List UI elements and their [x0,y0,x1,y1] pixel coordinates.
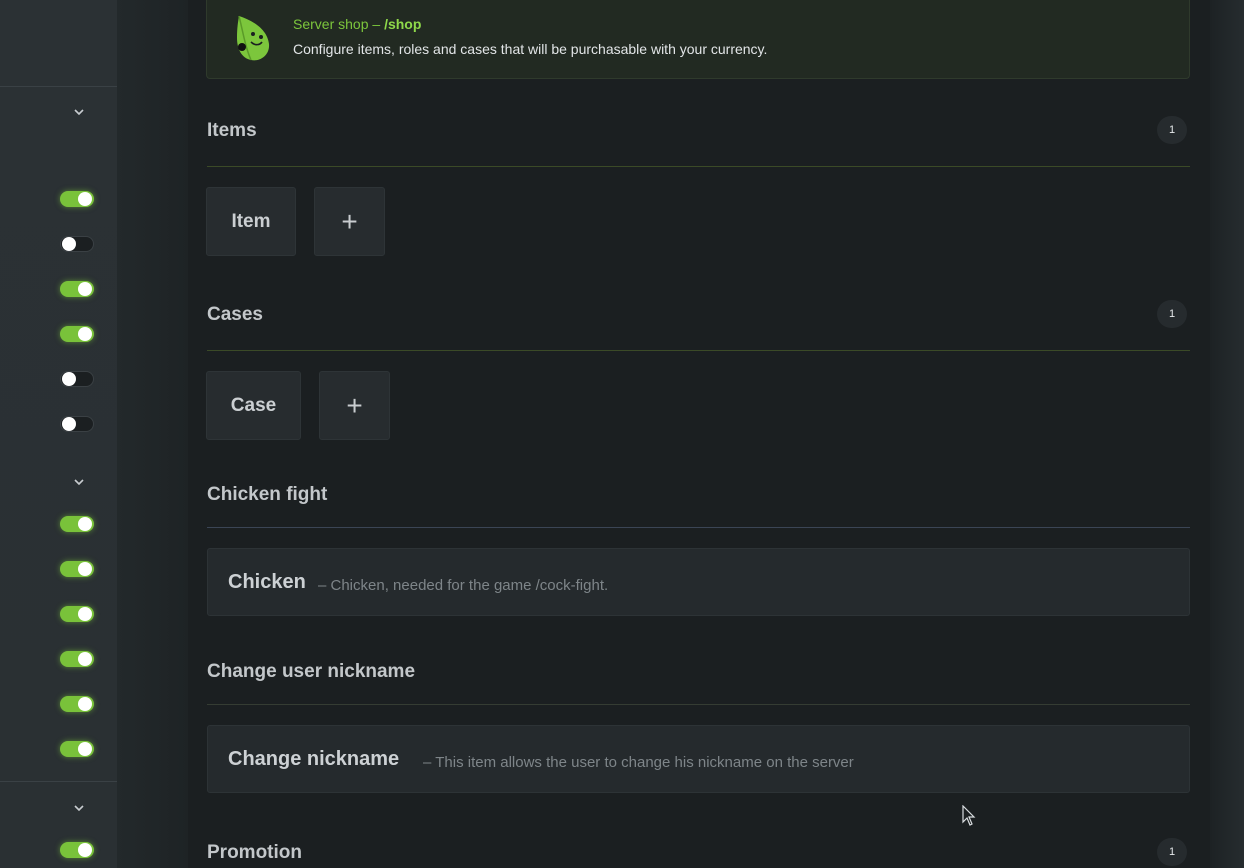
chevron-down-icon[interactable] [72,803,86,813]
banner-title: Server shop – /shop [293,16,421,32]
toggle-switch[interactable] [60,696,94,712]
item-tile[interactable]: Item [206,187,296,256]
section-title-change-nickname: Change user nickname [207,661,416,682]
section-title-chicken-fight: Chicken fight [207,484,328,505]
section-divider [207,350,1190,351]
sidebar-divider [0,781,117,782]
toggle-knob [78,697,92,711]
toggle-knob [62,237,76,251]
sidebar-gutter [117,0,188,868]
toggle-knob [62,372,76,386]
section-title-cases: Cases [207,304,263,325]
toggle-knob [78,843,92,857]
section-title-items: Items [207,120,257,141]
shop-item-name: Chicken [228,571,306,593]
banner-description: Configure items, roles and cases that wi… [293,41,768,57]
right-gutter [1210,0,1244,868]
toggle-switch[interactable] [60,651,94,667]
toggle-switch[interactable] [60,326,94,342]
toggle-switch[interactable] [60,236,94,252]
toggle-knob [78,652,92,666]
section-divider [207,166,1190,167]
shop-info-banner: Server shop – /shop Configure items, rol… [206,0,1190,79]
toggle-switch[interactable] [60,606,94,622]
toggle-switch[interactable] [60,516,94,532]
toggle-knob [78,192,92,206]
banner-title-prefix: Server shop – [293,16,385,32]
toggle-switch[interactable] [60,371,94,387]
toggle-switch[interactable] [60,561,94,577]
mouse-cursor-icon [962,805,976,826]
count-badge: 1 [1157,838,1187,866]
toggle-switch[interactable] [60,416,94,432]
shop-item-row[interactable]: Chicken – Chicken, needed for the game /… [207,548,1190,616]
toggle-switch[interactable] [60,191,94,207]
add-item-button[interactable]: + [314,187,385,256]
toggle-knob [62,417,76,431]
shop-item-row[interactable]: Change nickname – This item allows the u… [207,725,1190,793]
section-divider [207,527,1190,528]
toggle-knob [78,327,92,341]
shop-item-description: – Chicken, needed for the game /cock-fig… [318,577,609,594]
banner-command: /shop [384,16,422,32]
add-case-button[interactable]: + [319,371,390,440]
toggle-knob [78,517,92,531]
sidebar-divider [0,86,117,87]
case-tile[interactable]: Case [206,371,301,440]
toggle-knob [78,607,92,621]
shop-item-name: Change nickname [228,748,400,770]
section-title-promotion: Promotion [207,842,302,863]
toggle-switch[interactable] [60,842,94,858]
toggle-switch[interactable] [60,281,94,297]
chevron-down-icon[interactable] [72,477,86,487]
toggle-knob [78,742,92,756]
toggle-knob [78,562,92,576]
count-badge: 1 [1157,116,1187,144]
section-divider [207,704,1190,705]
toggle-knob [78,282,92,296]
leaf-mascot-icon [237,15,270,61]
chevron-down-icon[interactable] [72,107,86,117]
shop-item-description: – This item allows the user to change hi… [423,754,854,771]
toggle-switch[interactable] [60,741,94,757]
count-badge: 1 [1157,300,1187,328]
settings-sidebar [0,0,117,868]
